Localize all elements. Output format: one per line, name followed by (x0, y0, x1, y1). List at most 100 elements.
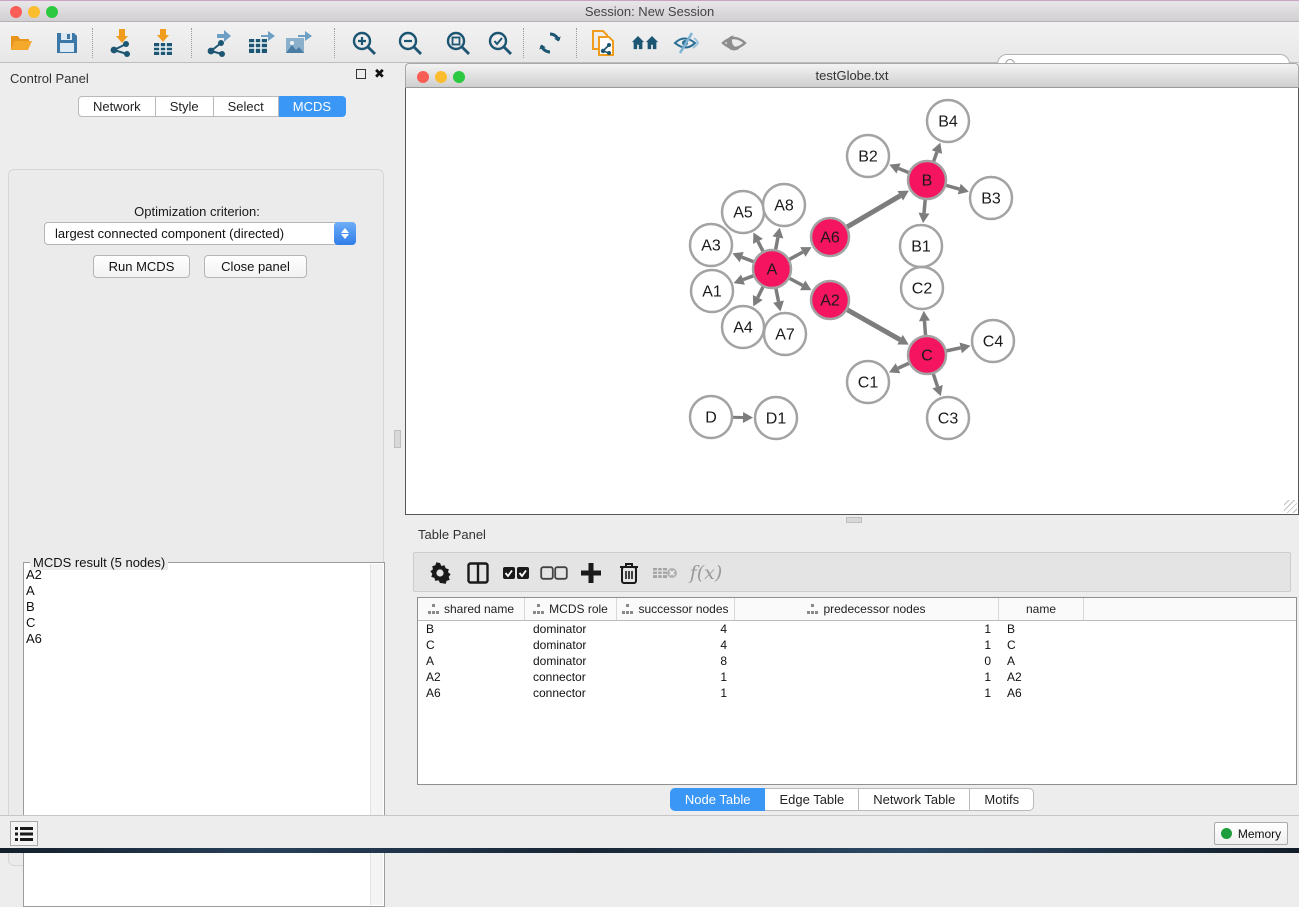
tab-edge-table[interactable]: Edge Table (765, 788, 859, 811)
tab-network-table[interactable]: Network Table (859, 788, 970, 811)
export-network-icon[interactable] (205, 29, 233, 57)
cell-shared-name[interactable]: A (418, 653, 525, 669)
add-column-icon[interactable] (577, 559, 605, 587)
cell-successor-nodes[interactable]: 1 (617, 685, 735, 701)
edge-A-A2[interactable] (788, 277, 803, 285)
cell-successor-nodes[interactable]: 4 (617, 637, 735, 653)
zoom-fit-icon[interactable] (444, 29, 472, 57)
column-header-successor-nodes[interactable]: successor nodes (617, 598, 735, 620)
zoom-network-button[interactable] (453, 71, 465, 83)
copy-network-icon[interactable] (590, 29, 618, 57)
optimization-criterion-select[interactable]: largest connected component (directed) (44, 222, 356, 245)
export-table-icon[interactable] (247, 29, 275, 57)
memory-button[interactable]: Memory (1214, 822, 1288, 845)
vertical-splitter[interactable] (391, 63, 405, 815)
table-row[interactable]: Cdominator41C (418, 637, 1296, 653)
close-panel-icon[interactable]: ✖ (374, 69, 385, 79)
cell-MCDS-role[interactable]: connector (525, 669, 617, 685)
home-layout-icon[interactable] (631, 29, 659, 57)
cell-predecessor-nodes[interactable]: 0 (735, 653, 999, 669)
table-row[interactable]: Bdominator41B (418, 621, 1296, 637)
save-session-icon[interactable] (53, 29, 81, 57)
hide-panels-icon[interactable] (672, 29, 700, 57)
run-mcds-button[interactable]: Run MCDS (93, 255, 190, 278)
edge-A2-C[interactable] (846, 309, 900, 340)
import-network-icon[interactable] (108, 29, 136, 57)
show-panels-icon[interactable] (720, 29, 748, 57)
network-canvas[interactable]: B4B2BB3B1A5A8A6A3AA1A2C2A4A7C4CC1C3DD1 (405, 88, 1299, 515)
cell-predecessor-nodes[interactable]: 1 (735, 621, 999, 637)
edge-A6-B[interactable] (846, 196, 901, 228)
column-header-predecessor-nodes[interactable]: predecessor nodes (735, 598, 999, 620)
cell-successor-nodes[interactable]: 4 (617, 621, 735, 637)
tab-node-table[interactable]: Node Table (670, 788, 766, 811)
column-header-MCDS-role[interactable]: MCDS role (525, 598, 617, 620)
cell-MCDS-role[interactable]: dominator (525, 637, 617, 653)
open-session-icon[interactable] (7, 29, 35, 57)
delete-table-icon[interactable] (651, 559, 679, 587)
cell-successor-nodes[interactable]: 8 (617, 653, 735, 669)
cell-name[interactable]: A2 (999, 669, 1084, 685)
zoom-window-button[interactable] (46, 6, 58, 18)
tab-select[interactable]: Select (214, 96, 279, 117)
close-network-button[interactable] (417, 71, 429, 83)
minimize-network-button[interactable] (435, 71, 447, 83)
table-settings-icon[interactable] (426, 559, 454, 587)
float-panel-icon[interactable] (356, 69, 366, 79)
cell-predecessor-nodes[interactable]: 1 (735, 685, 999, 701)
edge-C-C3[interactable] (933, 372, 938, 387)
zoom-out-icon[interactable] (396, 29, 424, 57)
tab-network[interactable]: Network (78, 96, 156, 117)
cell-shared-name[interactable]: B (418, 621, 525, 637)
edge-B-B3[interactable] (944, 185, 959, 189)
cell-shared-name[interactable]: C (418, 637, 525, 653)
delete-column-icon[interactable] (615, 559, 643, 587)
result-item[interactable]: A6 (26, 631, 42, 647)
result-item[interactable]: B (26, 599, 42, 615)
deselect-checks-icon[interactable] (540, 559, 568, 587)
edge-A-A6[interactable] (788, 252, 803, 260)
function-builder-icon[interactable]: f(x) (686, 559, 726, 587)
cell-MCDS-role[interactable]: dominator (525, 653, 617, 669)
select-all-checks-icon[interactable] (502, 559, 530, 587)
network-graph[interactable]: B4B2BB3B1A5A8A6A3AA1A2C2A4A7C4CC1C3DD1 (406, 88, 1298, 513)
cell-name[interactable]: A (999, 653, 1084, 669)
zoom-in-icon[interactable] (350, 29, 378, 57)
edge-C-C2[interactable] (924, 321, 925, 337)
table-row[interactable]: A6connector11A6 (418, 685, 1296, 701)
cell-shared-name[interactable]: A2 (418, 669, 525, 685)
mcds-result-list[interactable]: A2ABCA6 (26, 567, 42, 647)
edge-A-A7[interactable] (776, 287, 779, 302)
cell-name[interactable]: A6 (999, 685, 1084, 701)
close-panel-button[interactable]: Close panel (204, 255, 307, 278)
split-columns-icon[interactable] (464, 559, 492, 587)
cell-predecessor-nodes[interactable]: 1 (735, 637, 999, 653)
close-window-button[interactable] (10, 6, 22, 18)
minimize-window-button[interactable] (28, 6, 40, 18)
task-history-button[interactable] (10, 821, 38, 846)
refresh-layout-icon[interactable] (536, 29, 564, 57)
cell-MCDS-role[interactable]: connector (525, 685, 617, 701)
result-item[interactable]: A2 (26, 567, 42, 583)
tab-mcds[interactable]: MCDS (279, 96, 346, 117)
cell-predecessor-nodes[interactable]: 1 (735, 669, 999, 685)
export-image-icon[interactable] (284, 29, 312, 57)
edge-B-B1[interactable] (924, 198, 925, 213)
tab-motifs[interactable]: Motifs (970, 788, 1034, 811)
node-table[interactable]: shared nameMCDS rolesuccessor nodesprede… (417, 597, 1297, 785)
result-item[interactable]: A (26, 583, 42, 599)
column-header-shared-name[interactable]: shared name (418, 598, 525, 620)
cell-name[interactable]: C (999, 637, 1084, 653)
table-row[interactable]: A2connector11A2 (418, 669, 1296, 685)
cell-MCDS-role[interactable]: dominator (525, 621, 617, 637)
cell-name[interactable]: B (999, 621, 1084, 637)
resize-grip-icon[interactable] (1284, 500, 1297, 513)
edge-C-C4[interactable] (945, 348, 961, 351)
zoom-selected-icon[interactable] (486, 29, 514, 57)
table-row[interactable]: Adominator80A (418, 653, 1296, 669)
result-item[interactable]: C (26, 615, 42, 631)
tab-style[interactable]: Style (156, 96, 214, 117)
column-header-name[interactable]: name (999, 598, 1084, 620)
result-scrollbar[interactable] (370, 564, 383, 905)
import-table-icon[interactable] (150, 29, 178, 57)
